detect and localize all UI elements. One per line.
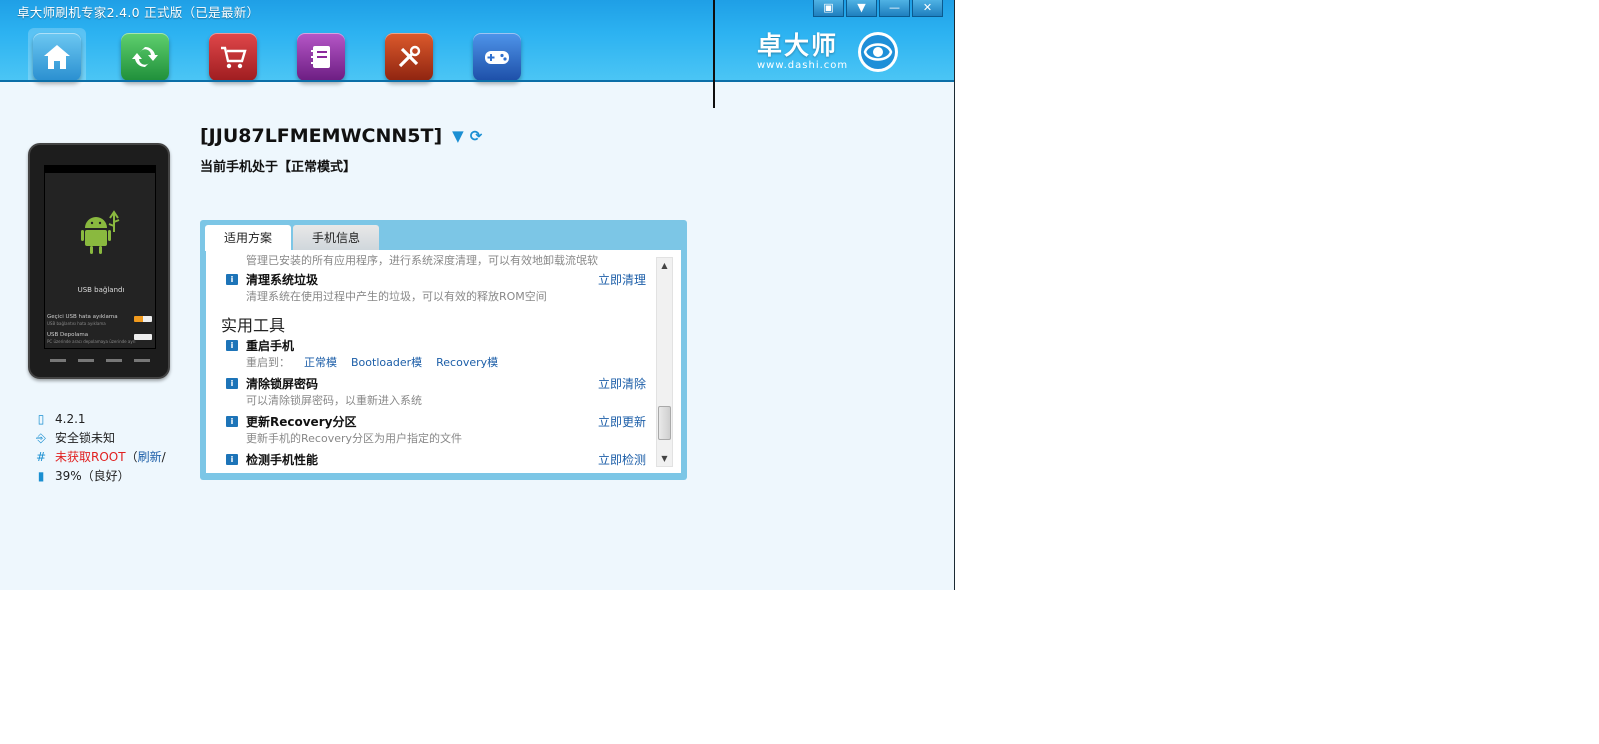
- logo-name: 卓大师: [757, 31, 839, 60]
- logo-mark-icon: [858, 32, 899, 72]
- root-paren: （: [125, 450, 138, 464]
- phone-image: USB bağlandı Geçici USB hata ayıklama US…: [28, 143, 170, 379]
- main-nav: [28, 28, 556, 86]
- reboot-options: 重启到： 正常模 Bootloader模 Recovery模: [226, 354, 646, 371]
- lock-status: 安全锁未知: [55, 431, 116, 445]
- feedback-icon[interactable]: ▣: [813, 0, 844, 17]
- info-icon: i: [226, 415, 238, 427]
- device-serial: [JJU87LFMEMWCNN5T] ▼ ⟳: [200, 125, 482, 147]
- menu-dropdown-icon[interactable]: ▼: [846, 0, 877, 17]
- brand-logo: 卓大师 www.dashi.com: [757, 28, 900, 76]
- device-mode: 当前手机处于【正常模式】: [200, 160, 357, 175]
- nav-games[interactable]: [468, 28, 526, 86]
- tab-phone-info[interactable]: 手机信息: [293, 225, 380, 251]
- phone-screen: USB bağlandı Geçici USB hata ayıklama US…: [44, 165, 156, 349]
- root-icon: #: [35, 450, 47, 464]
- info-icon: i: [226, 273, 238, 285]
- serial-text: [JJU87LFMEMWCNN5T]: [200, 125, 443, 147]
- panel-body: 管理已安装的所有应用程序，进行系统深度清理，可以有效地卸载流氓软 i 清理系统垃…: [206, 250, 681, 473]
- header: 卓大师刷机专家2.4.0 正式版（已是最新） ▣ ▼ — ✕ 卓大师 www.d…: [0, 0, 954, 86]
- nav-backup[interactable]: [292, 28, 350, 86]
- list-item-performance: i 检测手机性能 立即检测: [226, 450, 646, 468]
- divider-line: [713, 0, 715, 108]
- notebook-icon: [297, 33, 345, 81]
- phone-storage-toggle: [134, 334, 152, 340]
- scroll-thumb[interactable]: [658, 406, 671, 440]
- list-item-clean: i 清理系统垃圾 立即清理 清理系统在使用过程中产生的垃圾，可以有效的释放ROM…: [226, 270, 646, 305]
- scroll-up-icon[interactable]: ▲: [657, 258, 672, 273]
- home-icon: [33, 33, 81, 81]
- info-icon: i: [226, 377, 238, 389]
- phone-icon: ▯: [37, 412, 45, 426]
- phone-softkeys: [44, 359, 156, 362]
- reboot-bootloader-link[interactable]: Bootloader模: [351, 354, 422, 371]
- check-perf-button[interactable]: 立即检测: [598, 451, 646, 468]
- refresh-icon: [121, 33, 169, 81]
- unlock-title: 清除锁屏密码: [246, 376, 319, 391]
- refresh-device-icon[interactable]: ⟳: [470, 127, 483, 145]
- root-status: 未获取ROOT: [55, 450, 126, 464]
- battery-status: 39%（良好）: [55, 469, 130, 483]
- clean-title: 清理系统垃圾: [246, 272, 319, 287]
- recovery-desc: 更新手机的Recovery分区为用户指定的文件: [246, 432, 463, 445]
- root-slash: /: [161, 450, 166, 464]
- phone-debug-label: Geçici USB hata ayıklama: [47, 314, 118, 320]
- list-item-reboot: i 重启手机 重启到： 正常模 Bootloader模 Recovery模: [226, 336, 646, 371]
- update-recovery-button[interactable]: 立即更新: [598, 413, 646, 430]
- list-item-recovery: i 更新Recovery分区 立即更新 更新手机的Recovery分区为用户指定…: [226, 412, 646, 447]
- phone-storage-label: USB Depolama: [47, 332, 89, 338]
- recovery-title: 更新Recovery分区: [246, 414, 357, 429]
- scrollbar[interactable]: ▲ ▼: [656, 257, 673, 467]
- usb-connected-label: USB bağlandı: [77, 286, 125, 294]
- app-window: 卓大师刷机专家2.4.0 正式版（已是最新） ▣ ▼ — ✕ 卓大师 www.d…: [0, 0, 955, 590]
- tools-icon: [385, 33, 433, 81]
- reboot-normal-link[interactable]: 正常模: [304, 354, 337, 371]
- window-title: 卓大师刷机专家2.4.0 正式版（已是最新）: [17, 5, 260, 20]
- info-icon: i: [226, 339, 238, 351]
- reboot-title: 重启手机: [246, 338, 295, 353]
- unlock-desc: 可以清除锁屏密码，以重新进入系统: [246, 394, 422, 407]
- perf-title: 检测手机性能: [246, 452, 319, 467]
- gamepad-icon: [473, 33, 521, 81]
- device-dropdown-icon[interactable]: ▼: [452, 127, 464, 145]
- list-item-unlock: i 清除锁屏密码 立即清除 可以清除锁屏密码，以重新进入系统: [226, 374, 646, 409]
- clean-desc: 清理系统在使用过程中产生的垃圾，可以有效的释放ROM空间: [246, 290, 547, 303]
- cart-icon: [209, 33, 257, 81]
- clean-now-button[interactable]: 立即清理: [598, 271, 646, 288]
- partial-desc: 管理已安装的所有应用程序，进行系统深度清理，可以有效地卸载流氓软: [246, 254, 598, 267]
- reboot-prefix: 重启到：: [246, 356, 290, 369]
- info-icon: i: [226, 453, 238, 465]
- panel-tabs: 适用方案 手机信息: [205, 225, 381, 251]
- minimize-icon[interactable]: —: [879, 0, 910, 17]
- scroll-down-icon[interactable]: ▼: [657, 451, 672, 466]
- android-usb-icon: [81, 210, 120, 254]
- phone-storage-sub: PC üzerinde aracı depolamaya üzerinde ay…: [47, 339, 136, 344]
- phone-debug-toggle: [134, 316, 152, 322]
- close-icon[interactable]: ✕: [912, 0, 943, 17]
- root-refresh-link[interactable]: 刷新: [138, 448, 162, 467]
- battery-icon: ▮: [37, 469, 45, 483]
- reboot-recovery-link[interactable]: Recovery模: [436, 354, 498, 371]
- tab-solutions[interactable]: 适用方案: [205, 225, 292, 251]
- unlock-now-button[interactable]: 立即清除: [598, 375, 646, 392]
- tools-section-title: 实用工具: [221, 316, 286, 335]
- phone-debug-sub: USB bağlantısı hata ayıklama: [47, 321, 106, 326]
- solutions-panel: 适用方案 手机信息 管理已安装的所有应用程序，进行系统深度清理，可以有效地卸载流…: [200, 220, 687, 480]
- lock-icon: ⎆: [36, 431, 46, 445]
- nav-flash[interactable]: [116, 28, 174, 86]
- device-info: ▯ 4.2.1 ⎆ 安全锁未知 # 未获取ROOT （ 刷新 / ▮ 39%（良好）: [35, 410, 166, 486]
- nav-market[interactable]: [204, 28, 262, 86]
- logo-url: www.dashi.com: [757, 60, 849, 71]
- nav-home[interactable]: [28, 28, 86, 86]
- android-version: 4.2.1: [55, 412, 86, 426]
- window-controls: ▣ ▼ — ✕: [813, 0, 943, 17]
- nav-tools[interactable]: [380, 28, 438, 86]
